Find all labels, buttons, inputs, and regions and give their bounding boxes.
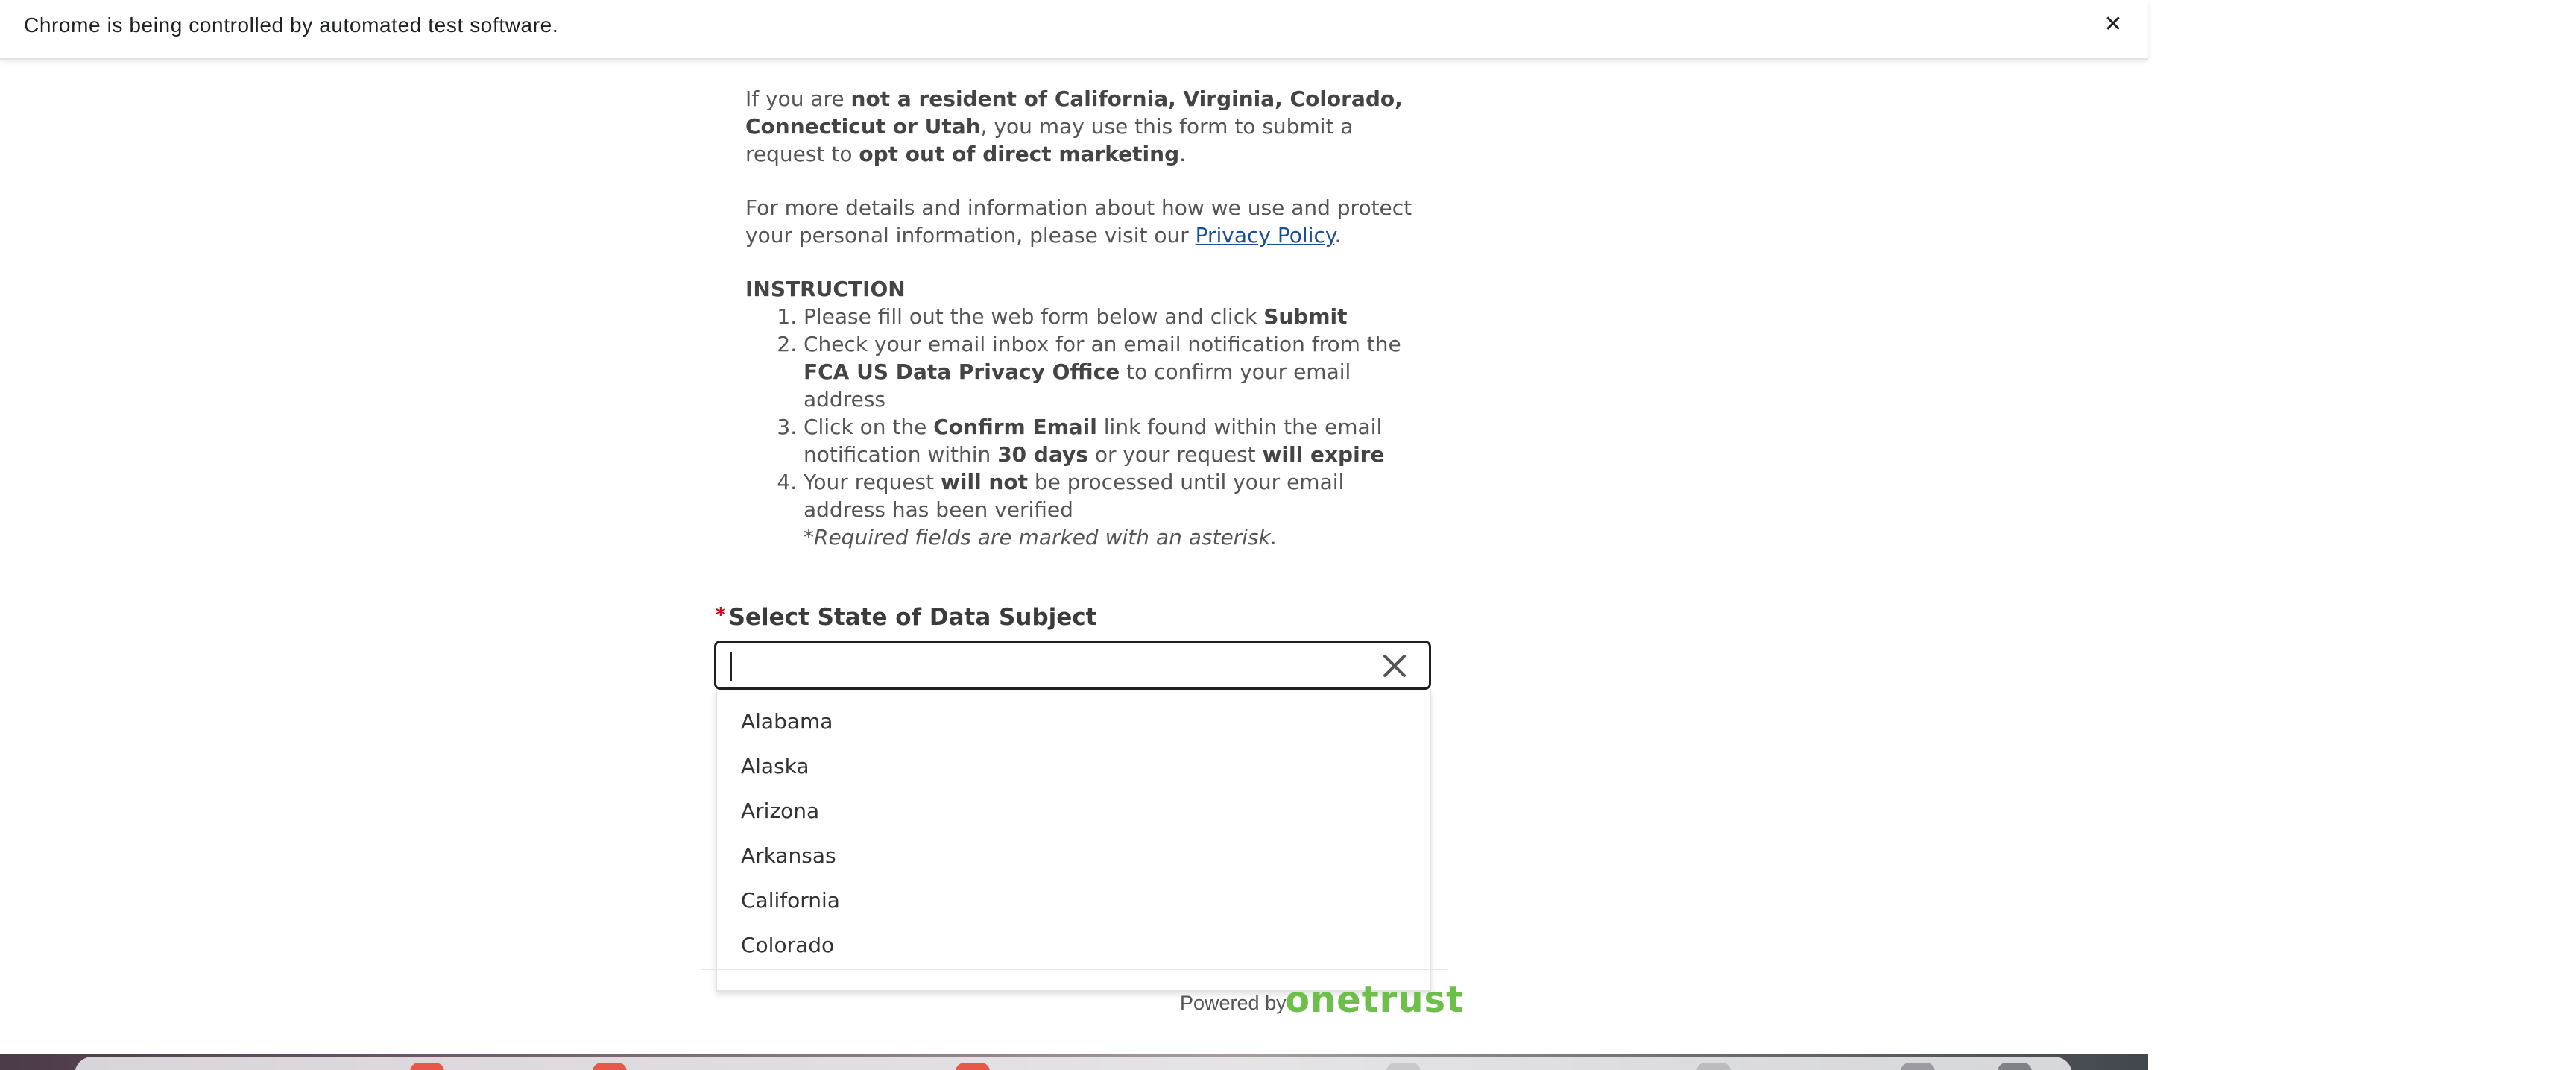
onetrust-logo[interactable]: onetrust <box>1285 979 1464 1021</box>
close-icon[interactable] <box>1378 649 1411 682</box>
state-options-list: Alabama Alaska Arizona Arkansas Californ… <box>716 690 1431 992</box>
intro-paragraph-2: For more details and information about h… <box>745 194 1416 249</box>
required-marker: * <box>716 604 726 626</box>
step-bold: will expire <box>1262 442 1385 467</box>
dock-app-icon[interactable] <box>410 1063 444 1070</box>
state-select[interactable] <box>714 641 1431 690</box>
state-option[interactable]: Alaska <box>741 748 809 785</box>
step-bold: Submit <box>1263 304 1348 329</box>
close-icon[interactable]: ✕ <box>2100 12 2126 37</box>
step-text: Your request <box>804 470 941 494</box>
state-option[interactable]: Alabama <box>741 703 833 740</box>
step-bold: will not <box>941 470 1028 494</box>
instruction-step: Check your email inbox for an email noti… <box>804 330 1416 413</box>
browser-viewport: Chrome is being controlled by automated … <box>0 0 2576 1070</box>
privacy-policy-link[interactable]: Privacy Policy <box>1196 223 1335 248</box>
powered-by-text: Powered by <box>1180 992 1287 1014</box>
dock-app-icon[interactable] <box>593 1063 627 1070</box>
state-option[interactable]: Arizona <box>741 793 819 830</box>
dock-app-icon[interactable] <box>1386 1063 1421 1070</box>
step-text: Click on the <box>804 415 934 439</box>
intro-text: . <box>1179 142 1187 166</box>
instruction-title: INSTRUCTION <box>745 277 906 301</box>
state-option[interactable]: Arkansas <box>741 837 836 875</box>
intro-text: If you are <box>745 86 851 111</box>
step-text: or your request <box>1087 442 1263 467</box>
dock-app-icon[interactable] <box>1696 1063 1731 1070</box>
text-cursor <box>730 652 732 681</box>
dock-app-icon[interactable] <box>1901 1063 1935 1070</box>
automation-infobar: Chrome is being controlled by automated … <box>0 0 2148 60</box>
state-search-input[interactable] <box>730 649 1344 682</box>
footer-divider <box>701 969 1448 970</box>
step-text: Check your email inbox for an email noti… <box>804 332 1401 356</box>
step-bold: Confirm Email <box>933 415 1097 439</box>
instruction-step: Please fill out the web form below and c… <box>804 303 1416 330</box>
intro-bold-opt-out: opt out of direct marketing <box>859 142 1180 166</box>
intro-text: . <box>1334 223 1342 248</box>
required-fields-note: *Required fields are marked with an aste… <box>804 525 1278 550</box>
dock <box>75 1057 2072 1070</box>
form-intro: If you are not a resident of California,… <box>745 60 1416 551</box>
dock-app-icon[interactable] <box>956 1063 990 1070</box>
intro-paragraph-1: If you are not a resident of California,… <box>745 85 1416 168</box>
dock-app-icon[interactable] <box>1998 1063 2032 1070</box>
infobar-message: Chrome is being controlled by automated … <box>24 13 559 37</box>
instruction-step: Click on the Confirm Email link found wi… <box>804 413 1416 468</box>
state-option[interactable]: Colorado <box>741 927 834 964</box>
instruction-step: Your request will not be processed until… <box>804 468 1416 523</box>
state-label-text: Select State of Data Subject <box>728 604 1097 631</box>
step-text: Please fill out the web form below and c… <box>804 304 1264 329</box>
state-option[interactable]: California <box>741 882 840 919</box>
step-bold: 30 days <box>997 442 1088 467</box>
step-bold: FCA US Data Privacy Office <box>804 359 1120 384</box>
blank-area <box>2148 0 2576 1070</box>
state-field-label: * Select State of Data Subject <box>716 604 1097 631</box>
instruction-steps: Please fill out the web form below and c… <box>745 303 1416 523</box>
